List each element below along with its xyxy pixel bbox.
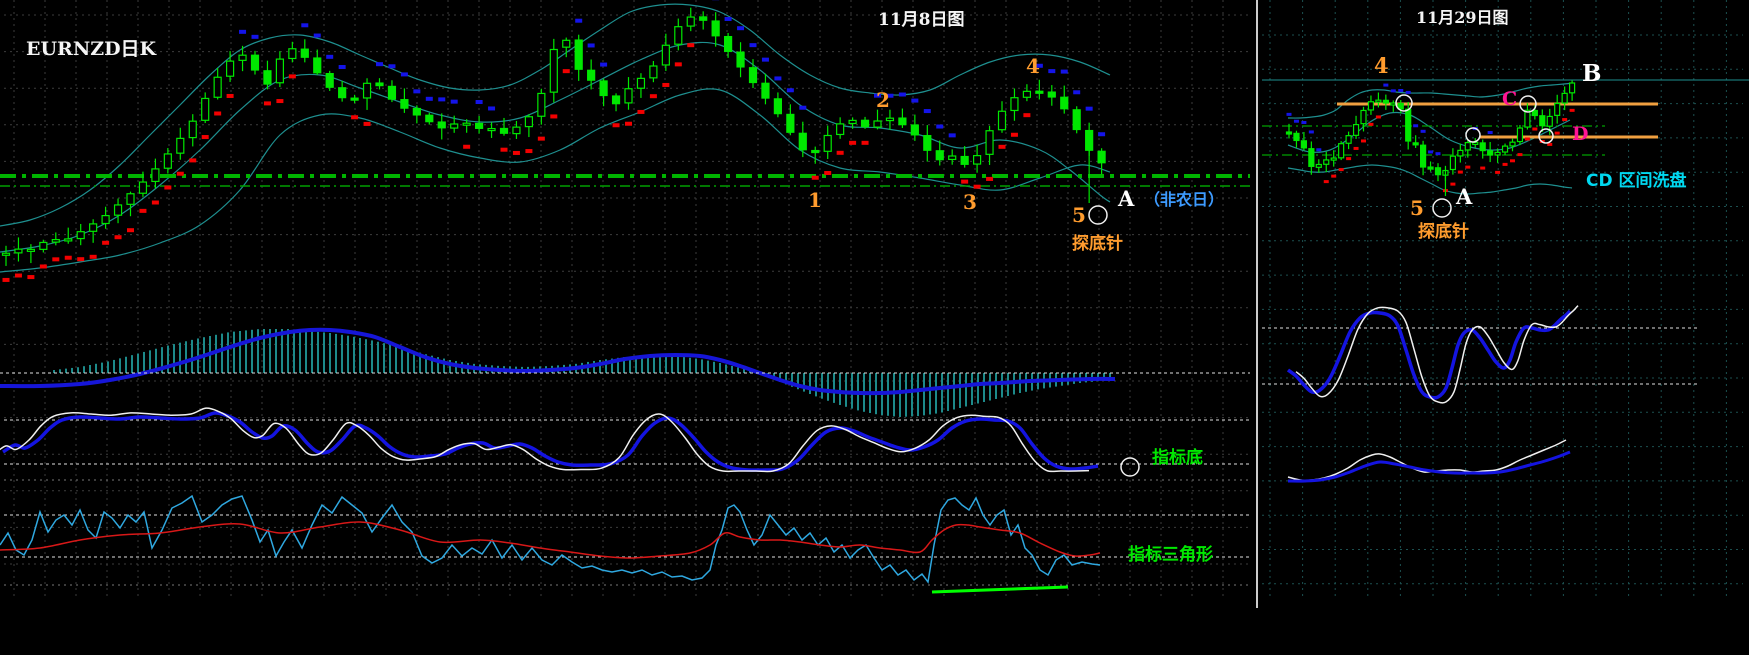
nonfarm-day-label: （非农日）: [1144, 190, 1225, 209]
annotation-point-3: 3: [963, 190, 977, 214]
indicator-bottom-label: 指标底: [1152, 448, 1203, 468]
annotation-point-5-right: 5: [1410, 196, 1424, 220]
annotation-point-5: 5: [1072, 203, 1086, 227]
annotation-point-4-right: 4: [1374, 53, 1389, 78]
indicator-triangle-label: 指标三角形: [1128, 545, 1213, 565]
annotation-b-right: B: [1582, 60, 1602, 87]
candlestick-chart-canvas: [0, 0, 1749, 655]
right-chart-date-title: 11月29日图: [1416, 8, 1509, 27]
cd-range-washout-label: CD 区间洗盘: [1586, 171, 1687, 191]
chart-window: EURNZD日K 11月8日图 1 2 3 4 5 A （非农日） 探底针 指标…: [0, 0, 1749, 655]
annotation-a-right: A: [1456, 184, 1473, 209]
symbol-title: EURNZD日K: [26, 38, 157, 60]
annotation-point-1: 1: [808, 188, 822, 212]
annotation-d-right: D: [1572, 123, 1589, 145]
annotation-a-left: A: [1118, 186, 1135, 211]
bottom-needle-label-right: 探底针: [1418, 222, 1469, 242]
left-chart-date-title: 11月8日图: [878, 10, 965, 30]
bottom-needle-label-left: 探底针: [1072, 234, 1123, 254]
annotation-c-right: C: [1502, 88, 1518, 110]
annotation-point-4: 4: [1026, 54, 1040, 78]
annotation-point-2: 2: [876, 88, 890, 112]
